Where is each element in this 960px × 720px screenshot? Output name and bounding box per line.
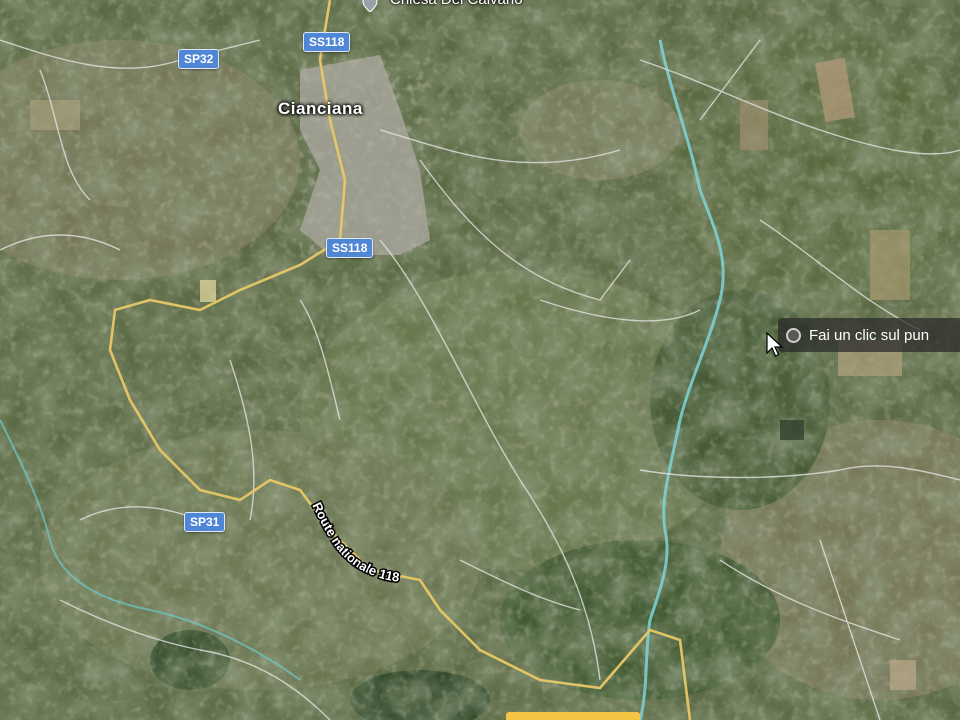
bottom-card-handle[interactable] [506, 712, 640, 720]
radio-dot-icon [786, 327, 801, 343]
route-label: Route nationale 118 [309, 500, 400, 585]
map-canvas[interactable]: Chiesa Del Calvario Cianciana SP32 SS118… [0, 0, 960, 720]
route-label-layer: Route nationale 118 [308, 498, 402, 586]
click-hint-text: Fai un clic sul pun [809, 326, 930, 344]
route-label-text: Route nationale 118 [308, 498, 402, 586]
mouse-cursor-icon [766, 332, 784, 357]
click-hint-tooltip: Fai un clic sul pun [778, 318, 960, 352]
